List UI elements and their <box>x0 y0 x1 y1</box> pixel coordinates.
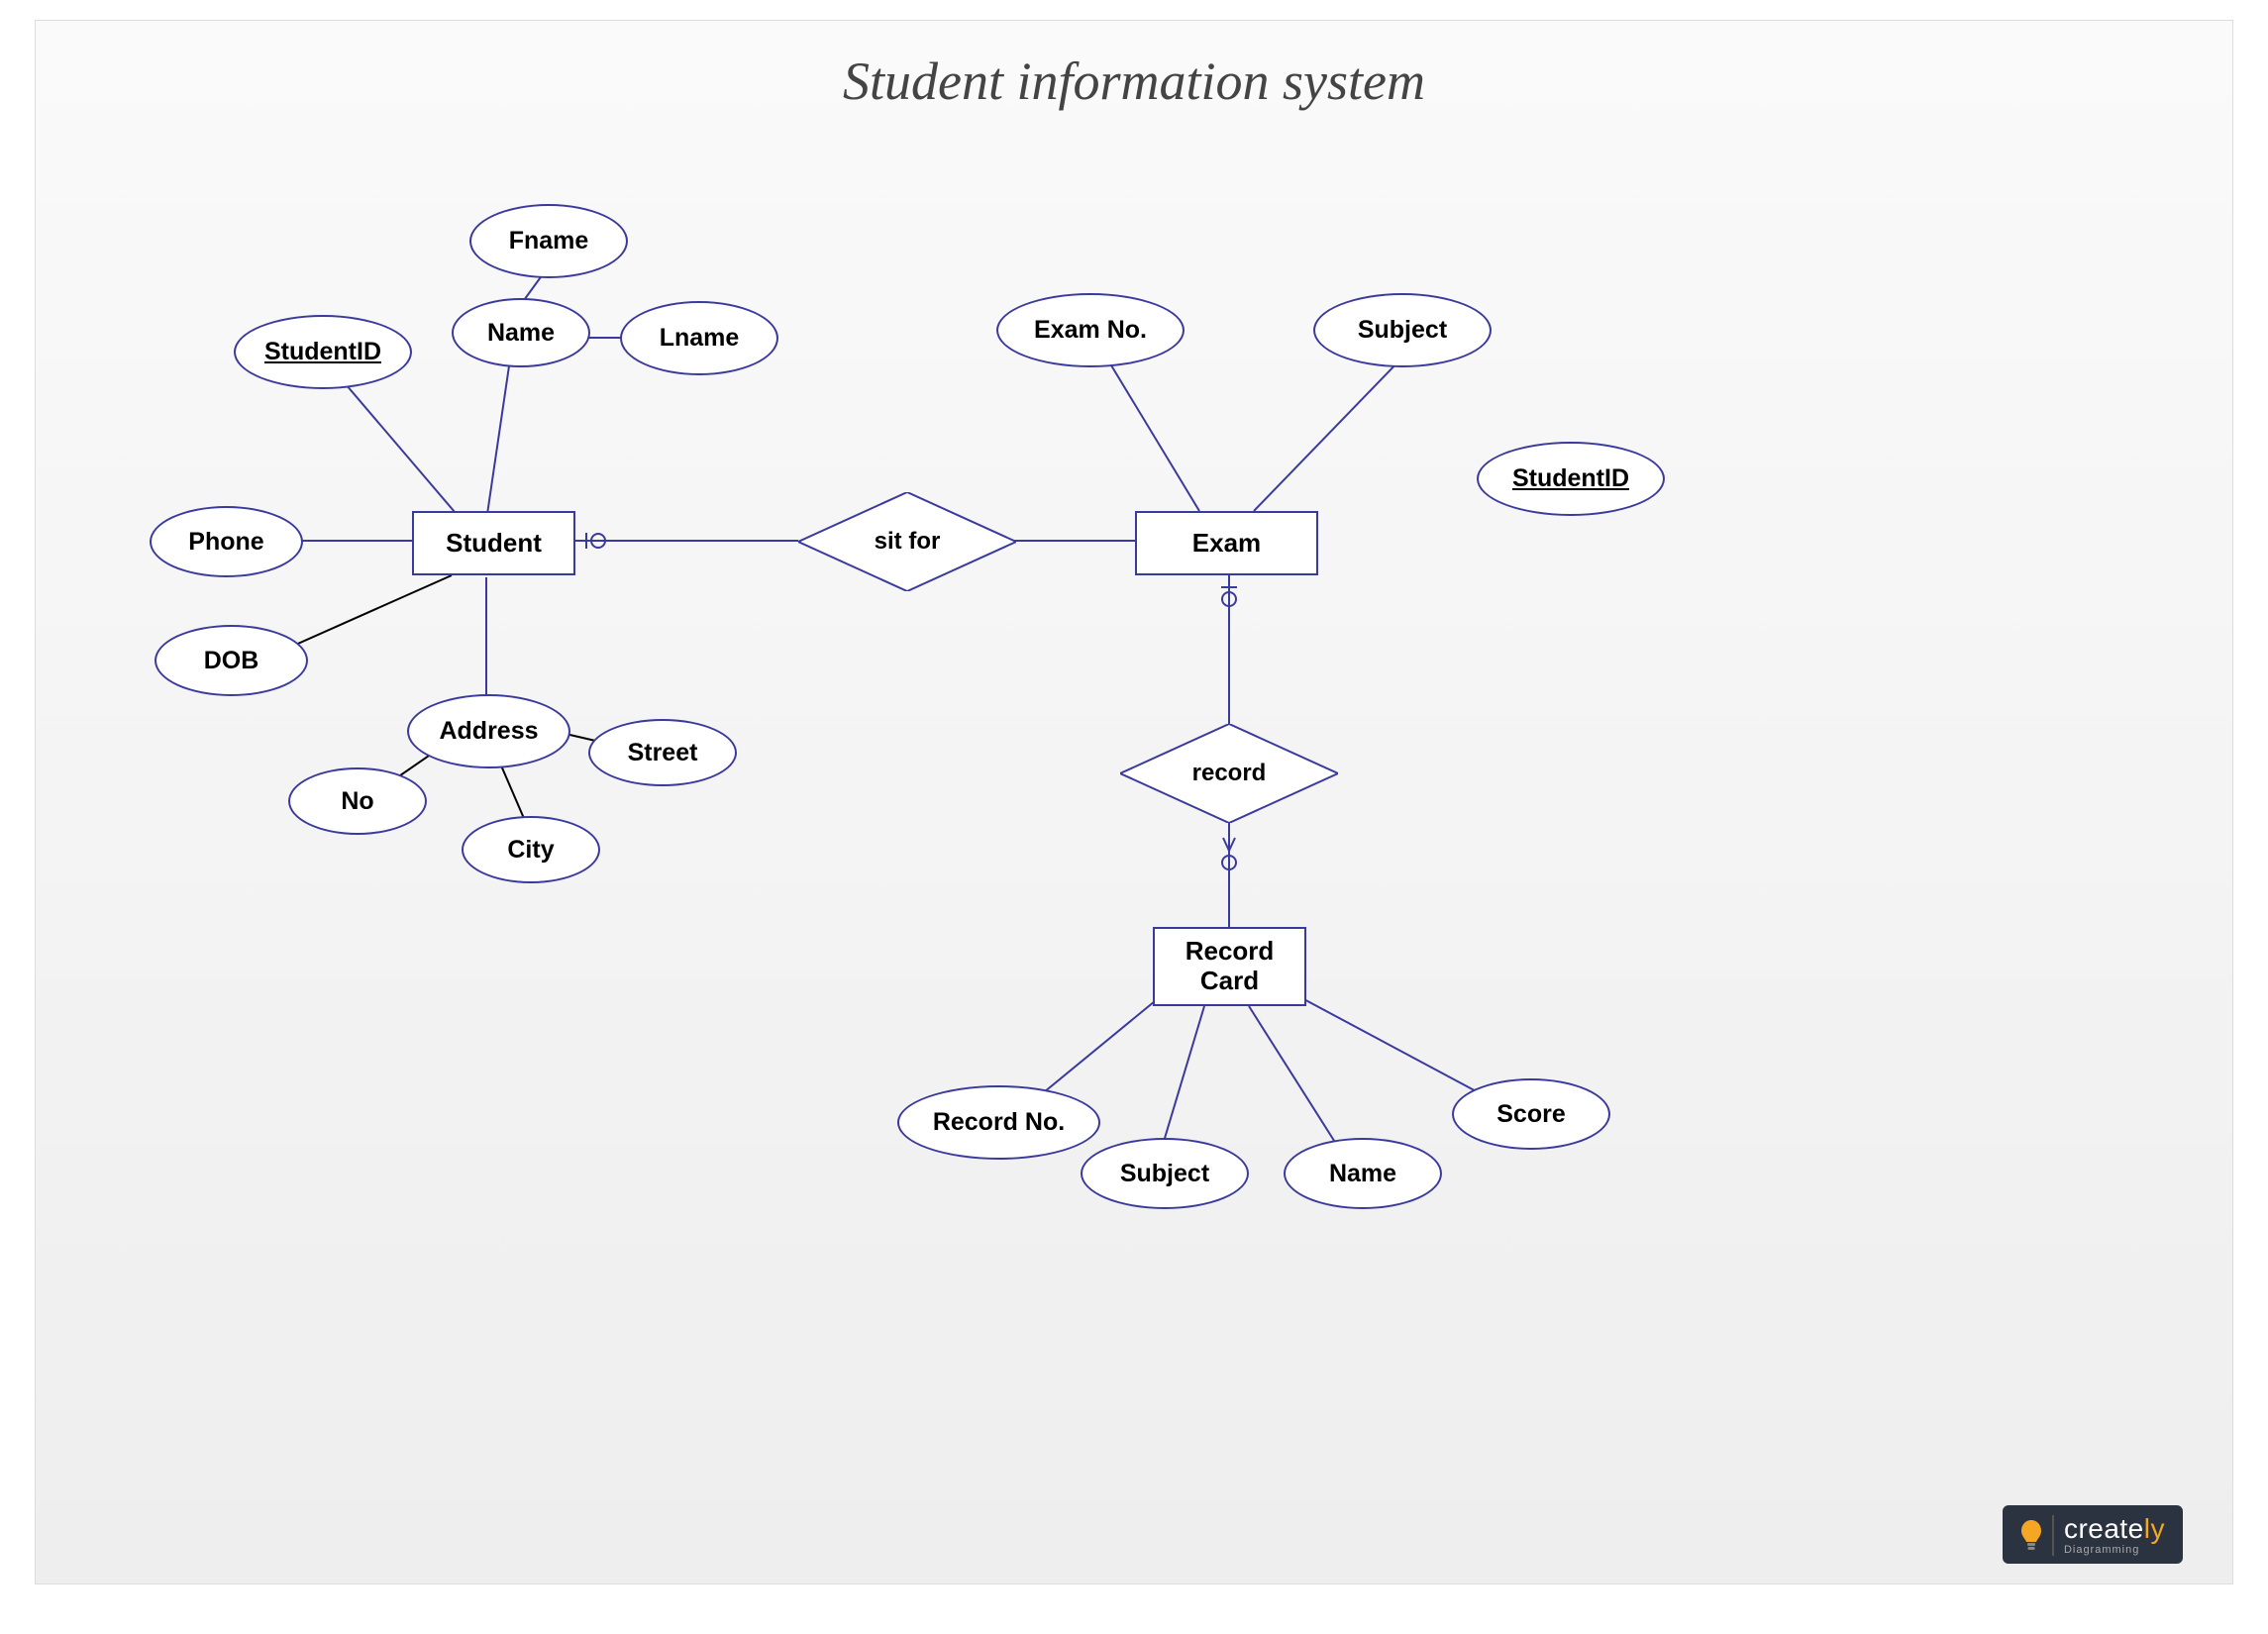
relationship-record: record <box>1120 724 1338 823</box>
lightbulb-icon <box>2016 1516 2046 1556</box>
attr-phone: Phone <box>150 506 303 577</box>
attr-record-score: Score <box>1452 1078 1610 1150</box>
diagram-canvas: Student information system <box>35 20 2233 1584</box>
entity-record-card: Record Card <box>1153 927 1306 1006</box>
attr-fname: Fname <box>469 204 628 278</box>
attr-address-city: City <box>462 816 600 883</box>
attr-address-no: No <box>288 767 427 835</box>
creately-logo: creately Diagramming <box>2003 1505 2183 1564</box>
relationship-sit-for: sit for <box>798 492 1016 591</box>
diagram-title: Student information system <box>36 51 2232 112</box>
attr-name: Name <box>452 298 590 367</box>
attr-address: Address <box>407 694 570 768</box>
attr-studentid: StudentID <box>234 315 412 389</box>
attr-lname: Lname <box>620 301 778 375</box>
attr-record-name: Name <box>1284 1138 1442 1209</box>
attr-address-street: Street <box>588 719 737 786</box>
entity-exam: Exam <box>1135 511 1318 575</box>
attr-exam-no: Exam No. <box>996 293 1185 367</box>
logo-tagline: Diagramming <box>2064 1545 2165 1556</box>
attr-record-no: Record No. <box>897 1085 1100 1160</box>
attr-exam-subject: Subject <box>1313 293 1492 367</box>
attr-exam-studentid: StudentID <box>1477 442 1665 516</box>
attr-dob: DOB <box>155 625 308 696</box>
logo-brand-text: creately <box>2064 1515 2165 1543</box>
attr-record-subject: Subject <box>1081 1138 1249 1209</box>
entity-student: Student <box>412 511 575 575</box>
